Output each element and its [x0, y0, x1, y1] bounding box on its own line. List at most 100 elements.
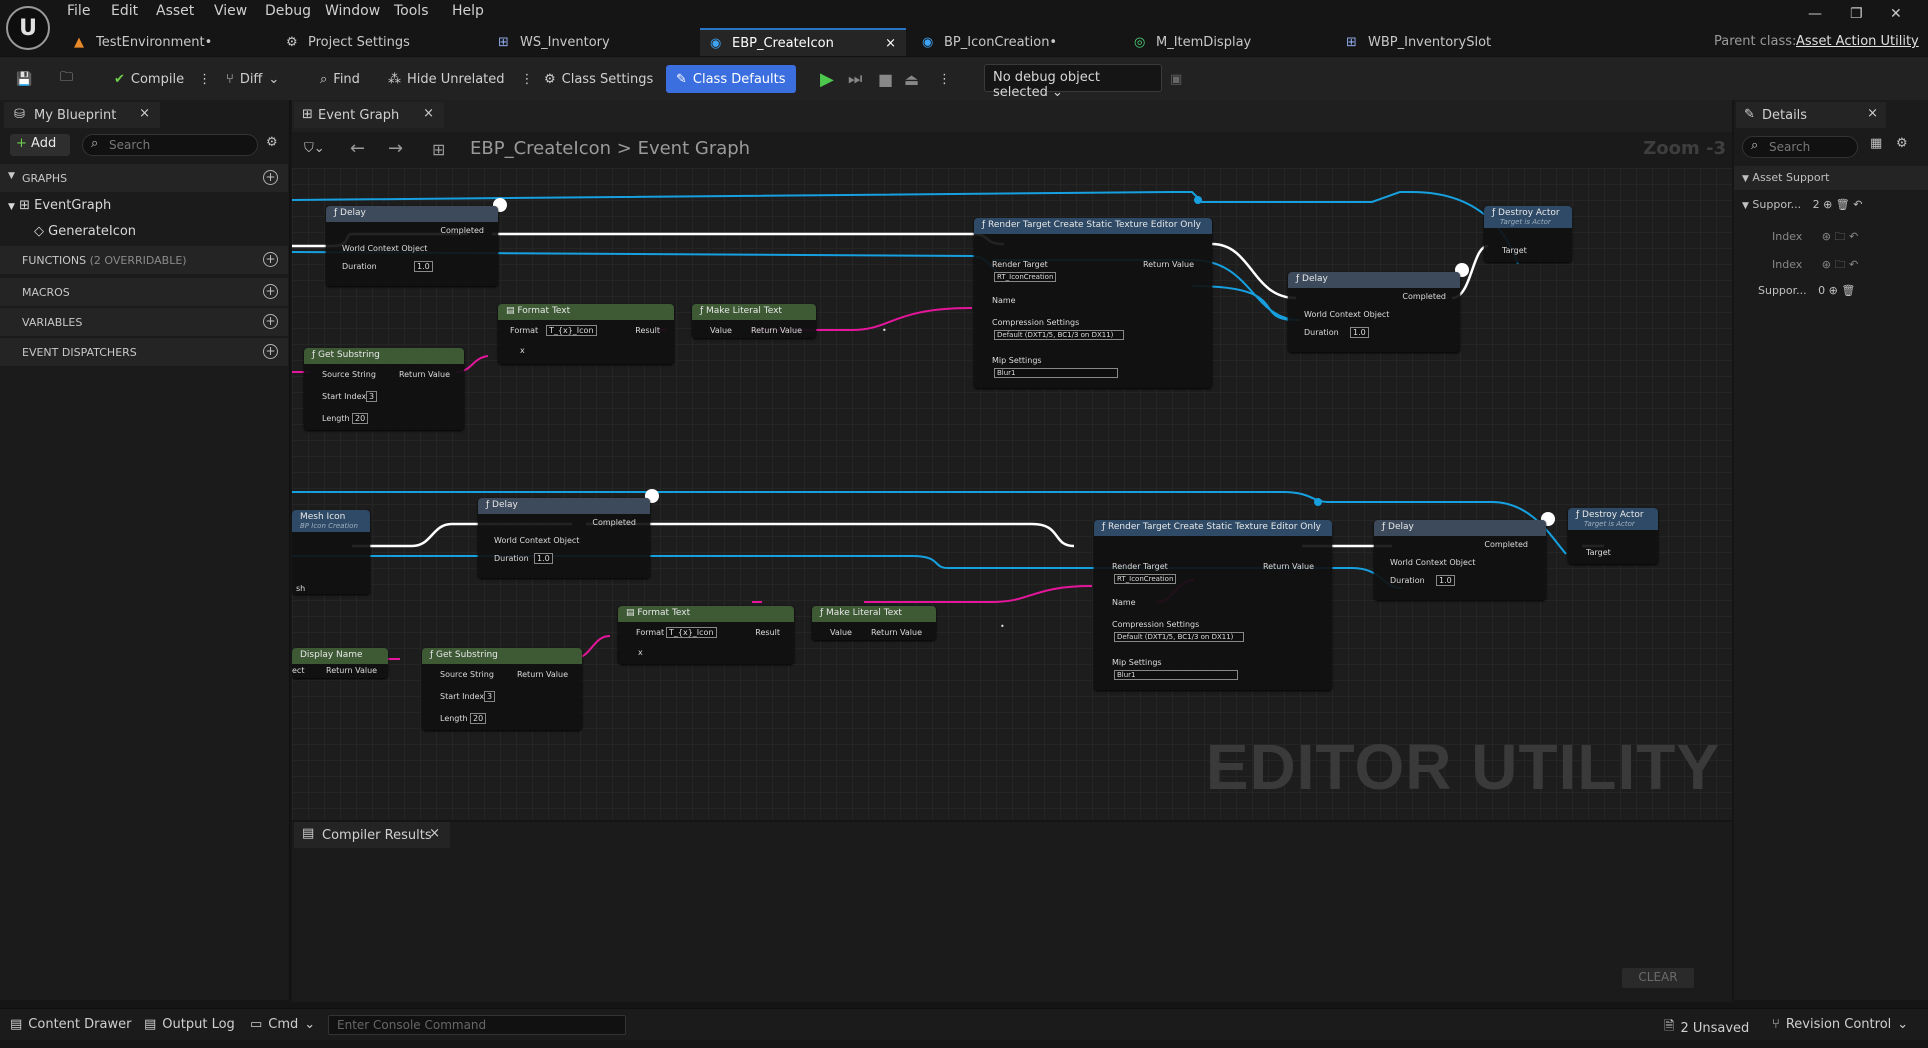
add-button[interactable]: + Add: [10, 134, 70, 156]
settings-gear-icon[interactable]: ⚙: [1896, 136, 1908, 151]
event-graph-tab[interactable]: ⊞ Event Graph ×: [294, 102, 444, 128]
console-input[interactable]: Enter Console Command: [328, 1015, 626, 1035]
make-literal-text-node[interactable]: ƒ Make Literal Text Value Return Value: [692, 304, 816, 338]
compression-select[interactable]: Default (DXT1/5, BC1/3 on DX11): [994, 330, 1124, 340]
duration-pin[interactable]: Duration: [1390, 576, 1425, 585]
class-settings-button[interactable]: ⚙ Class Settings: [544, 65, 653, 93]
step-icon[interactable]: ⏭: [848, 65, 862, 93]
event-dispatchers-section[interactable]: EVENT DISPATCHERS +: [0, 338, 288, 366]
bookmark-icon[interactable]: ⛉⌄: [304, 141, 325, 156]
get-substring-node[interactable]: ƒ Get Substring Source String Return Val…: [422, 648, 582, 730]
render-target-pin[interactable]: Render Target: [992, 260, 1048, 269]
back-arrow-icon[interactable]: ←: [350, 138, 365, 159]
browse-icon[interactable]: 🗀: [1835, 258, 1846, 271]
more-options-icon[interactable]: ⋮: [521, 72, 534, 87]
compiler-results-tab[interactable]: ▤ Compiler Results ×: [294, 822, 450, 848]
render-target-pin[interactable]: Render Target: [1112, 562, 1168, 571]
tab-bp-iconcreation[interactable]: ◉ BP_IconCreation•: [912, 28, 1112, 56]
event-item-generateicon[interactable]: ◇ GenerateIcon: [34, 224, 136, 239]
x-pin[interactable]: x: [638, 648, 643, 657]
menu-asset[interactable]: Asset: [156, 3, 194, 19]
duration-input[interactable]: 1.0: [414, 261, 433, 272]
duration-pin[interactable]: Duration: [494, 554, 529, 563]
compression-pin[interactable]: Compression Settings: [992, 318, 1079, 327]
delay-node[interactable]: ƒ Delay Completed World Context Object D…: [478, 498, 650, 578]
add-dispatcher-icon[interactable]: +: [263, 344, 278, 359]
render-target-node[interactable]: ƒ Render Target Create Static Texture Ed…: [974, 218, 1212, 388]
macros-section[interactable]: MACROS +: [0, 278, 288, 306]
result-pin[interactable]: Result: [635, 326, 660, 335]
world-context-pin[interactable]: World Context Object: [1390, 558, 1475, 567]
pick-asset-icon[interactable]: ⊛: [1822, 230, 1831, 243]
get-substring-node[interactable]: ƒ Get Substring Source String Return Val…: [304, 348, 464, 430]
cmd-select[interactable]: ▭ Cmd ⌄: [250, 1017, 315, 1032]
format-text-node[interactable]: ▤ Format Text Format T_{x}_Icon Result x: [498, 304, 674, 364]
destroy-actor-node[interactable]: ƒ Destroy Actor Target is Actor Target: [1484, 206, 1572, 262]
return-value-pin[interactable]: Return Value: [751, 326, 802, 335]
completed-pin[interactable]: Completed: [1484, 540, 1528, 549]
return-value-pin[interactable]: Return Value: [1263, 562, 1314, 571]
length-input[interactable]: 20: [352, 413, 369, 424]
play-icon[interactable]: ▶: [820, 65, 834, 93]
duration-input[interactable]: 1.0: [534, 553, 553, 564]
reroute-node[interactable]: [1194, 196, 1202, 204]
format-input[interactable]: T_{x}_Icon: [666, 627, 717, 638]
output-log-button[interactable]: ▤ Output Log: [144, 1017, 235, 1032]
table-view-icon[interactable]: ▦: [1870, 136, 1882, 151]
menu-file[interactable]: File: [67, 3, 90, 19]
return-value-pin[interactable]: Return Value: [399, 370, 450, 379]
result-pin[interactable]: Result: [755, 628, 780, 637]
reset-icon[interactable]: ↶: [1849, 258, 1858, 271]
make-literal-text-node[interactable]: ƒ Make Literal Text Value Return Value: [812, 606, 936, 640]
menu-help[interactable]: Help: [452, 3, 484, 19]
pick-asset-icon[interactable]: ⊛: [1822, 258, 1831, 271]
display-name-node[interactable]: Display Name ect Return Value: [292, 648, 388, 678]
add-element-icon[interactable]: ⊕: [1823, 198, 1832, 211]
render-target-input[interactable]: RT_IconCreation: [1114, 574, 1177, 584]
menu-debug[interactable]: Debug: [265, 3, 311, 19]
close-tab-icon[interactable]: ×: [1867, 106, 1878, 121]
details-tab[interactable]: ✎ Details ×: [1736, 102, 1886, 128]
completed-pin[interactable]: Completed: [592, 518, 636, 527]
render-target-input[interactable]: RT_IconCreation: [994, 272, 1057, 282]
browse-icon[interactable]: 🗀: [1835, 230, 1846, 243]
reroute-node[interactable]: [1314, 498, 1322, 506]
breadcrumb-root[interactable]: EBP_CreateIcon: [470, 138, 611, 159]
mip-select[interactable]: Blur1: [994, 368, 1118, 378]
target-pin[interactable]: Target: [1502, 246, 1527, 255]
completed-pin[interactable]: Completed: [1402, 292, 1446, 301]
menu-view[interactable]: View: [214, 3, 247, 19]
add-variable-icon[interactable]: +: [263, 314, 278, 329]
completed-pin[interactable]: Completed: [440, 226, 484, 235]
reset-icon[interactable]: ↶: [1853, 198, 1862, 211]
duration-input[interactable]: 1.0: [1350, 327, 1369, 338]
world-context-pin[interactable]: World Context Object: [1304, 310, 1389, 319]
name-pin[interactable]: Name: [992, 296, 1016, 305]
target-pin[interactable]: Target: [1586, 548, 1611, 557]
value-pin[interactable]: Value: [710, 326, 732, 335]
menu-window[interactable]: Window: [325, 3, 380, 19]
format-pin[interactable]: Format: [510, 326, 538, 335]
minimize-icon[interactable]: —: [1808, 6, 1822, 22]
close-tab-icon[interactable]: ×: [423, 106, 434, 121]
add-graph-icon[interactable]: +: [263, 170, 278, 185]
class-defaults-button[interactable]: ✎ Class Defaults: [666, 65, 796, 93]
mesh-icon-node[interactable]: Mesh Icon BP Icon Creation sh: [292, 510, 370, 594]
eject-icon[interactable]: ⏏: [904, 65, 919, 93]
start-index-pin[interactable]: Start Index: [440, 692, 484, 701]
menu-tools[interactable]: Tools: [394, 3, 429, 19]
delay-node[interactable]: ƒ Delay Completed World Context Object D…: [1374, 520, 1546, 600]
more-options-icon[interactable]: ⋮: [198, 72, 211, 87]
my-blueprint-tab[interactable]: ⛁ My Blueprint ×: [4, 102, 160, 128]
start-index-input[interactable]: 3: [366, 391, 378, 402]
world-context-pin[interactable]: World Context Object: [342, 244, 427, 253]
add-element-icon[interactable]: ⊕: [1829, 284, 1838, 297]
duration-pin[interactable]: Duration: [342, 262, 377, 271]
search-input[interactable]: ⌕ Search: [82, 134, 258, 156]
content-drawer-button[interactable]: ▤ Content Drawer: [10, 1017, 131, 1032]
delay-node[interactable]: ƒ Delay Completed World Context Object D…: [1288, 272, 1460, 352]
compression-pin[interactable]: Compression Settings: [1112, 620, 1199, 629]
format-input[interactable]: T_{x}_Icon: [546, 325, 597, 336]
mip-pin[interactable]: Mip Settings: [1112, 658, 1162, 667]
source-string-pin[interactable]: Source String: [322, 370, 376, 379]
